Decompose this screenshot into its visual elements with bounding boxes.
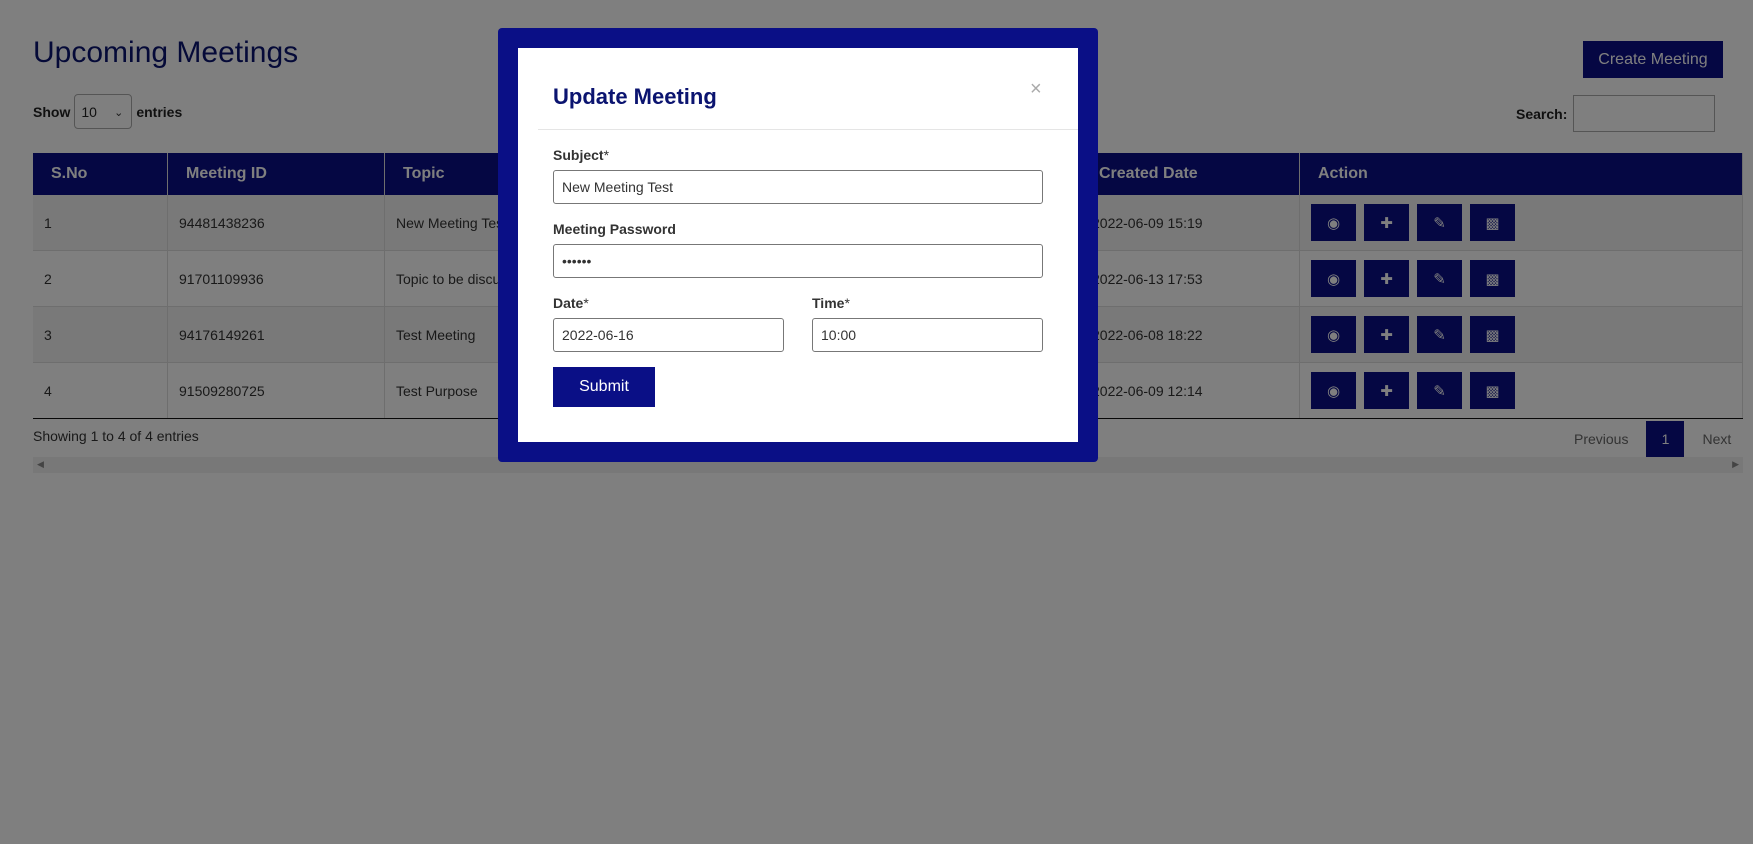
date-field[interactable] bbox=[553, 318, 784, 352]
subject-label: Subject* bbox=[553, 147, 610, 163]
update-meeting-modal: Update Meeting × Subject* Meeting Passwo… bbox=[498, 28, 1098, 462]
modal-title: Update Meeting bbox=[553, 84, 717, 109]
password-field[interactable] bbox=[553, 244, 1043, 278]
password-label: Meeting Password bbox=[553, 221, 676, 237]
submit-button[interactable]: Submit bbox=[553, 367, 655, 407]
close-icon[interactable]: × bbox=[1030, 78, 1042, 101]
modal-divider bbox=[538, 129, 1078, 130]
date-label: Date* bbox=[553, 295, 589, 311]
subject-field[interactable] bbox=[553, 170, 1043, 204]
time-field[interactable] bbox=[812, 318, 1043, 352]
time-label: Time* bbox=[812, 295, 850, 311]
modal-content: Update Meeting × Subject* Meeting Passwo… bbox=[518, 48, 1078, 442]
